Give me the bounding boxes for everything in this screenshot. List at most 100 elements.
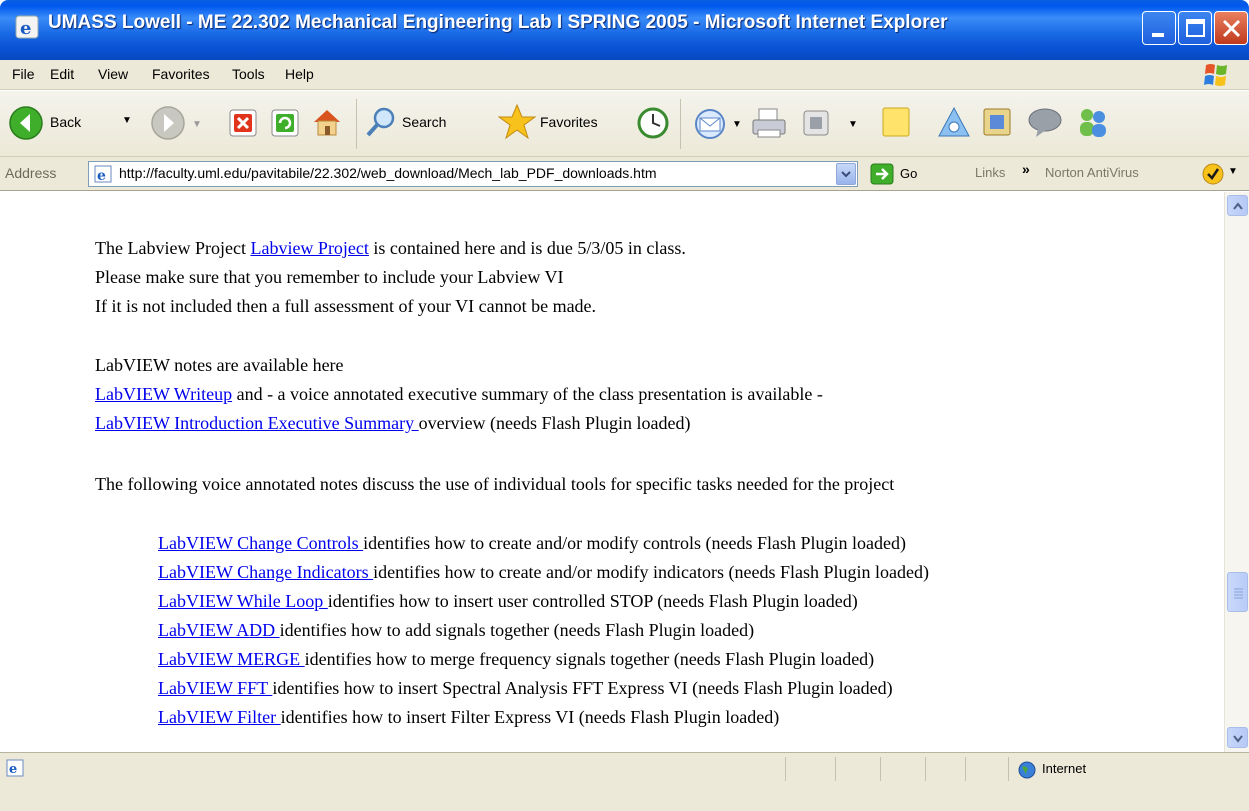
list-item: LabVIEW ADD identifies how to add signal… — [158, 620, 754, 641]
forward-icon[interactable] — [150, 105, 186, 141]
back-dropdown-icon[interactable]: ▼ — [122, 115, 132, 126]
back-button[interactable]: Back ▼ — [6, 101, 140, 145]
research-icon[interactable] — [936, 105, 972, 139]
svg-text:e: e — [9, 762, 17, 777]
stop-icon[interactable] — [228, 108, 258, 138]
list-item: LabVIEW While Loop identifies how to ins… — [158, 591, 858, 612]
history-icon[interactable] — [636, 106, 670, 140]
scroll-down-button[interactable] — [1227, 727, 1248, 748]
minimize-icon — [1152, 33, 1164, 37]
go-arrow-icon[interactable] — [870, 163, 894, 185]
summary-text: overview (needs Flash Plugin loaded) — [418, 413, 691, 433]
forward-dropdown-icon[interactable]: ▼ — [192, 119, 202, 130]
window-title: UMASS Lowell - ME 22.302 Mechanical Engi… — [48, 12, 948, 33]
address-label: Address — [5, 165, 57, 181]
status-divider — [925, 757, 926, 781]
home-icon[interactable] — [310, 105, 344, 139]
windows-logo-icon — [1204, 64, 1227, 86]
back-icon — [9, 106, 43, 140]
labview-add-link[interactable]: LabVIEW ADD — [158, 620, 280, 640]
svg-text:e: e — [97, 168, 106, 184]
labview-writeup-link[interactable]: LabVIEW Writeup — [95, 384, 232, 404]
print-icon[interactable] — [750, 106, 788, 140]
summary-line: LabVIEW Introduction Executive Summary o… — [95, 413, 691, 434]
list-item-desc: identifies how to insert user controlled… — [327, 591, 858, 611]
menu-file[interactable]: File — [12, 66, 35, 82]
labview-merge-link[interactable]: LabVIEW MERGE — [158, 649, 305, 669]
menu-help[interactable]: Help — [285, 66, 314, 82]
search-button[interactable]: Search — [364, 103, 484, 143]
status-divider — [785, 757, 786, 781]
chevron-up-icon — [1233, 202, 1243, 210]
grip-icon — [1234, 588, 1243, 599]
project-line: The Labview Project Labview Project is c… — [95, 238, 686, 259]
list-item: LabVIEW Change Indicators identifies how… — [158, 562, 929, 583]
status-bar: e Internet — [0, 752, 1249, 811]
labview-executive-summary-link[interactable]: LabVIEW Introduction Executive Summary — [95, 413, 419, 433]
labview-change-controls-link[interactable]: LabVIEW Change Controls — [158, 533, 363, 553]
scroll-up-button[interactable] — [1227, 195, 1248, 216]
back-label: Back — [50, 114, 82, 130]
menu-favorites[interactable]: Favorites — [152, 66, 210, 82]
list-item-desc: identifies how to add signals together (… — [279, 620, 755, 640]
maximize-button[interactable] — [1178, 11, 1212, 45]
scroll-thumb[interactable] — [1227, 572, 1248, 612]
vertical-scrollbar[interactable] — [1224, 192, 1249, 752]
writeup-text: and - a voice annotated executive summar… — [232, 384, 823, 404]
labview-filter-link[interactable]: LabVIEW Filter — [158, 707, 281, 727]
labview-fft-link[interactable]: LabVIEW FFT — [158, 678, 272, 698]
status-divider — [880, 757, 881, 781]
list-item: LabVIEW FFT identifies how to insert Spe… — [158, 678, 893, 699]
edit-dropdown-icon[interactable]: ▼ — [848, 119, 858, 130]
list-item: LabVIEW MERGE identifies how to merge fr… — [158, 649, 874, 670]
page-icon: e — [94, 165, 112, 184]
labview-change-indicators-link[interactable]: LabVIEW Change Indicators — [158, 562, 373, 582]
list-item: LabVIEW Change Controls identifies how t… — [158, 533, 906, 554]
toolbar-separator — [356, 99, 357, 149]
address-url[interactable]: http://faculty.uml.edu/pavitabile/22.302… — [119, 165, 657, 181]
mail-dropdown-icon[interactable]: ▼ — [732, 119, 742, 130]
svg-text:e: e — [20, 18, 31, 39]
title-bar[interactable]: e UMASS Lowell - ME 22.302 Mechanical En… — [0, 0, 1249, 60]
chevron-down-icon — [1233, 735, 1243, 743]
menu-view[interactable]: View — [98, 66, 128, 82]
norton-icon[interactable] — [1202, 163, 1224, 185]
security-zone-label: Internet — [1042, 761, 1087, 776]
edit-icon[interactable] — [802, 109, 830, 137]
close-icon — [1222, 19, 1241, 38]
address-dropdown-button[interactable] — [836, 163, 856, 185]
minimize-button[interactable] — [1142, 11, 1176, 45]
list-item-desc: identifies how to insert Filter Express … — [280, 707, 780, 727]
links-label[interactable]: Links — [975, 165, 1005, 180]
notes-icon[interactable] — [880, 105, 912, 139]
toolbar: Back ▼ ▼ Search Favorites ▼ ▼ — [0, 91, 1249, 157]
project-text-before: The Labview Project — [95, 238, 251, 258]
include-vi-line: Please make sure that you remember to in… — [95, 267, 564, 287]
menu-tools[interactable]: Tools — [232, 66, 265, 82]
labview-while-loop-link[interactable]: LabVIEW While Loop — [158, 591, 328, 611]
list-item-desc: identifies how to create and/or modify i… — [373, 562, 929, 582]
project-text-after: is contained here and is due 5/3/05 in c… — [368, 238, 686, 258]
close-button[interactable] — [1214, 11, 1248, 45]
maximize-icon — [1186, 19, 1205, 37]
users-icon[interactable] — [1074, 105, 1112, 139]
refresh-icon[interactable] — [270, 108, 300, 138]
labview-project-link[interactable]: Labview Project — [250, 238, 368, 258]
internet-zone-icon — [1018, 761, 1036, 779]
mail-icon[interactable] — [692, 106, 728, 140]
discuss-icon[interactable] — [1026, 105, 1064, 139]
address-input[interactable]: e http://faculty.uml.edu/pavitabile/22.3… — [88, 161, 858, 187]
links-chevron-icon[interactable]: » — [1022, 161, 1030, 177]
favorites-button[interactable]: Favorites — [498, 101, 628, 145]
list-item-desc: identifies how to create and/or modify c… — [363, 533, 907, 553]
page-content: The Labview Project Labview Project is c… — [0, 192, 1224, 752]
norton-antivirus-label[interactable]: Norton AntiVirus — [1045, 165, 1139, 180]
menu-edit[interactable]: Edit — [50, 66, 74, 82]
go-button[interactable]: Go — [900, 166, 917, 181]
norton-dropdown-icon[interactable]: ▼ — [1228, 166, 1238, 177]
list-item: LabVIEW Filter identifies how to insert … — [158, 707, 779, 728]
assessment-line: If it is not included then a full assess… — [95, 296, 597, 316]
page-icon: e — [6, 759, 24, 777]
toolbar-separator — [680, 99, 681, 149]
messenger-icon[interactable] — [980, 105, 1016, 139]
